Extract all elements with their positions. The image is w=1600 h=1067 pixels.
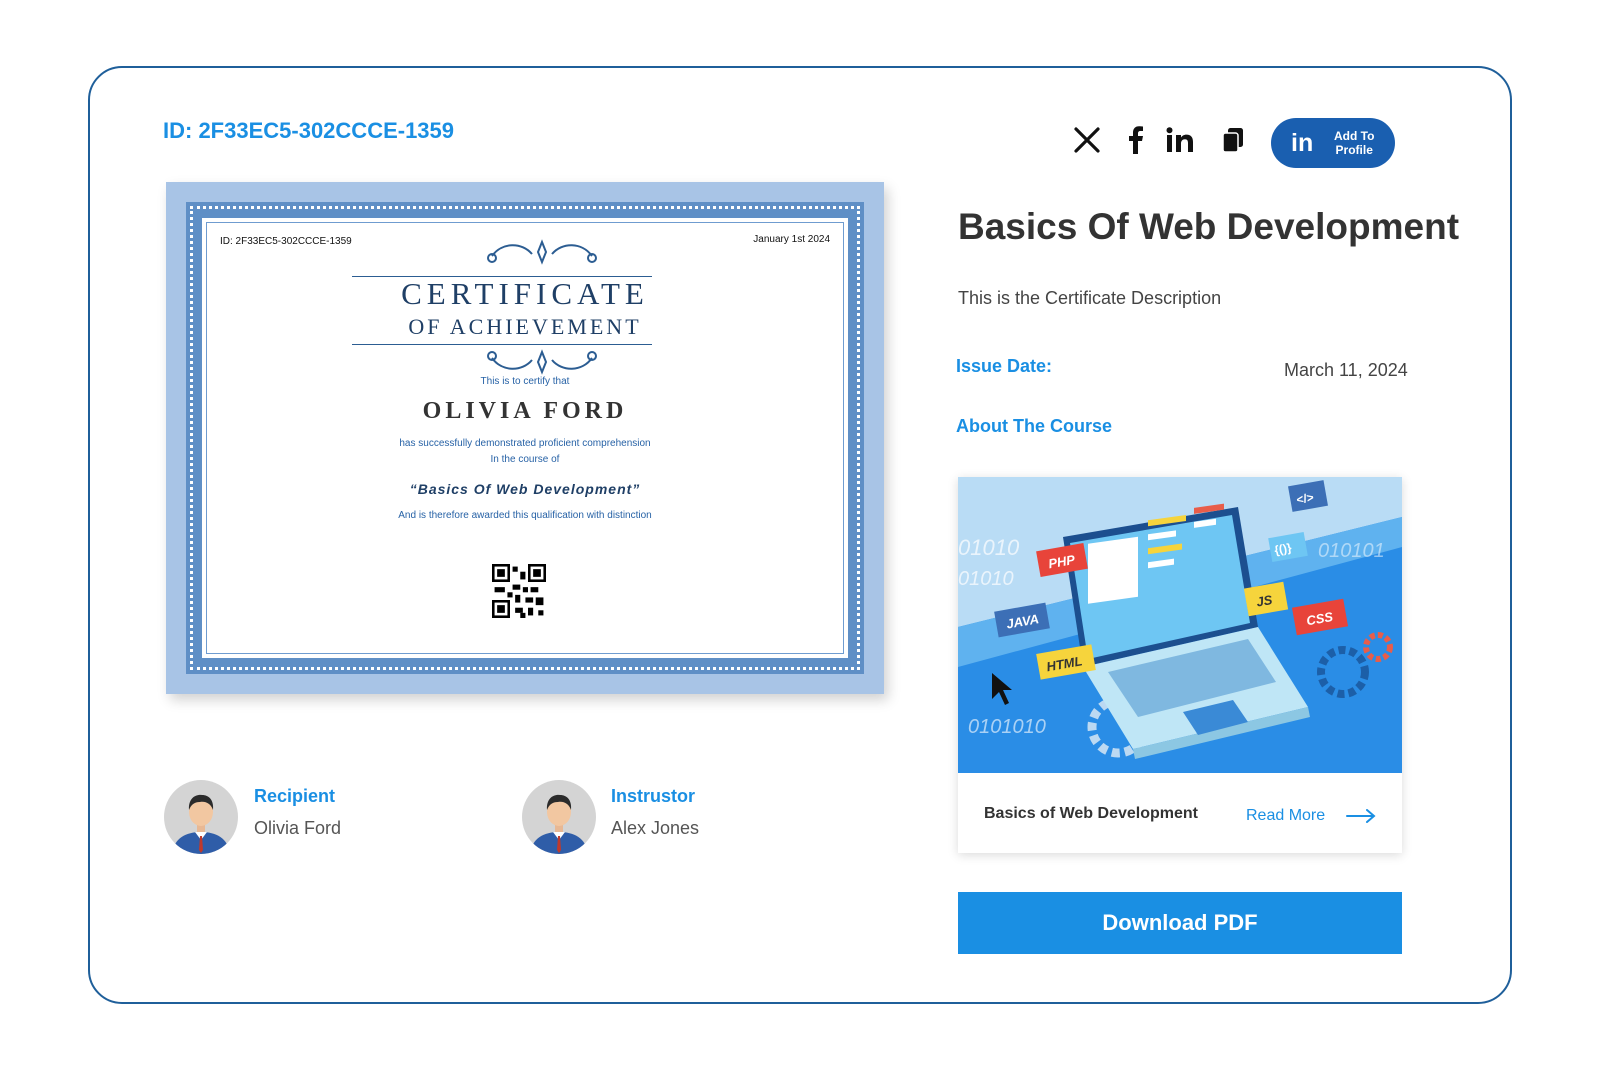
copy-icon[interactable] <box>1220 122 1246 158</box>
read-more-link[interactable]: Read More <box>1246 807 1325 825</box>
certificate-line-3: And is therefore awarded this qualificat… <box>398 510 652 521</box>
ornament-bottom-icon <box>487 349 597 375</box>
certificate-course: “Basics Of Web Development” <box>409 481 641 497</box>
binary-text: 01010 <box>958 568 1014 590</box>
title-rule-bottom <box>352 344 652 345</box>
x-icon[interactable] <box>1072 122 1102 158</box>
certify-text: This is to certify that <box>480 376 570 387</box>
certificate-border: ID: 2F33EC5-302CCCE-1359 January 1st 202… <box>186 202 864 674</box>
course-description: This is the Certificate Description <box>958 288 1222 308</box>
instructor-name: Alex Jones <box>611 818 700 838</box>
binary-text: 01010 <box>958 535 1020 560</box>
instructor-avatar <box>522 780 596 854</box>
arrow-right-icon[interactable] <box>1346 809 1376 823</box>
linkedin-icon[interactable] <box>1165 122 1195 158</box>
add-to-profile-label: Add To Profile <box>1334 129 1375 157</box>
add-to-profile-button[interactable]: in Add To Profile <box>1271 118 1395 168</box>
ornament-top-icon <box>487 239 597 265</box>
js-tag: JS <box>1255 592 1274 610</box>
course-illustration: 01010 01010 010101 0101010 PHP JAVA HTML… <box>958 477 1402 773</box>
certificate-subtitle: OF ACHIEVEMENT <box>408 314 642 339</box>
certificate-preview: ID: 2F33EC5-302CCCE-1359 January 1st 202… <box>166 182 884 694</box>
certificate-id: ID: 2F33EC5-302CCCE-1359 <box>163 118 455 143</box>
download-pdf-button[interactable]: Download PDF <box>958 892 1402 954</box>
recipient-name: Olivia Ford <box>254 818 342 838</box>
certificate-preview-date: January 1st 2024 <box>753 234 830 245</box>
certificate-title: CERTIFICATE <box>401 276 649 311</box>
course-card[interactable]: 01010 01010 010101 0101010 PHP JAVA HTML… <box>958 477 1402 853</box>
instructor-role: Instrustor <box>611 786 696 806</box>
binary-text: 010101 <box>1318 540 1385 562</box>
issue-date-value: March 11, 2024 <box>1284 360 1408 380</box>
binary-text: 0101010 <box>968 716 1046 738</box>
certificate-recipient: OLIVIA FORD <box>422 398 628 424</box>
recipient-avatar <box>164 780 238 854</box>
issue-date-label: Issue Date: <box>956 356 1053 376</box>
course-title: Basics Of Web Development <box>958 206 1460 247</box>
facebook-icon[interactable] <box>1124 122 1148 158</box>
recipient-role: Recipient <box>254 786 336 806</box>
certificate-line-2: In the course of <box>490 454 560 465</box>
code-tag: </> <box>1295 490 1315 507</box>
about-course-heading: About The Course <box>956 416 1112 436</box>
course-card-name: Basics of Web Development <box>984 805 1198 822</box>
certificate-line-1: has successfully demonstrated proficient… <box>399 438 651 449</box>
certificate-preview-id: ID: 2F33EC5-302CCCE-1359 <box>220 236 352 247</box>
qr-code-icon <box>492 564 546 618</box>
linkedin-icon: in <box>1291 128 1314 157</box>
